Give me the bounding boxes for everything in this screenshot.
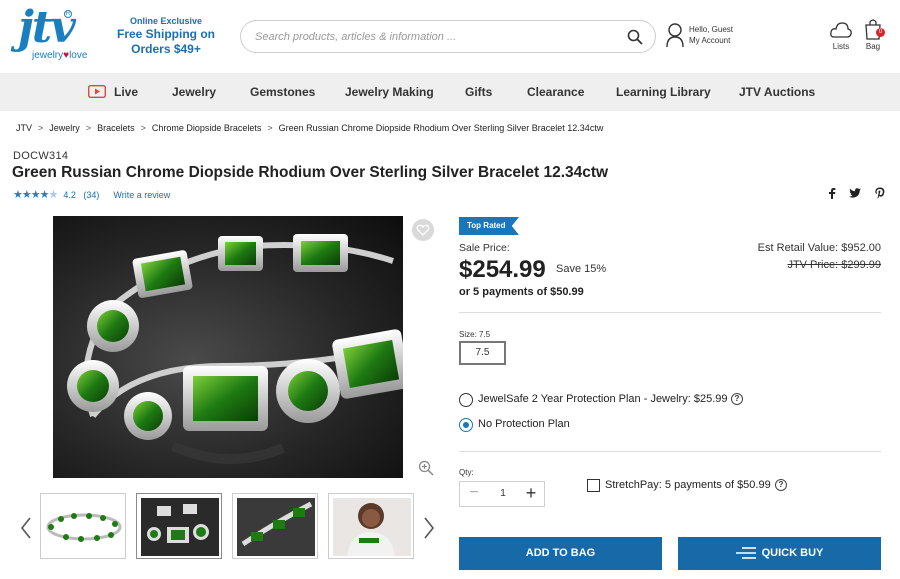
thumbnail-image (333, 498, 411, 556)
no-protection-radio[interactable] (459, 418, 473, 432)
sale-price: $254.99 (459, 256, 546, 283)
product-main-image[interactable] (53, 216, 403, 478)
heart-icon (416, 224, 430, 236)
logo-tagline: jewelry♥love (32, 50, 87, 61)
lists-button[interactable]: Lists (826, 20, 856, 54)
logo-tagline-love: love (69, 50, 88, 61)
nav-live[interactable]: Live (114, 85, 138, 99)
breadcrumb-current: Green Russian Chrome Diopside Rhodium Ov… (278, 123, 604, 133)
nav-gemstones[interactable]: Gemstones (250, 85, 315, 99)
size-option-7-5[interactable]: 7.5 (459, 341, 506, 365)
qty-decrement-button[interactable]: − (460, 482, 488, 506)
bracelet-photo (67, 234, 403, 464)
thumbnail-2[interactable] (136, 493, 222, 559)
save-percent: Save 15% (556, 263, 607, 275)
bag-button[interactable]: Bag 0 (858, 18, 888, 54)
nav-jewelry[interactable]: Jewelry (172, 85, 216, 99)
quick-buy-label: QUICK BUY (761, 547, 824, 559)
breadcrumb-separator: > (85, 123, 92, 133)
promo-line-3: Orders $49+ (131, 42, 201, 56)
favorite-button[interactable] (412, 219, 434, 241)
stretchpay-checkbox[interactable] (587, 479, 600, 492)
qty-increment-button[interactable]: + (518, 482, 544, 506)
nav-jewelry-making[interactable]: Jewelry Making (345, 85, 434, 99)
thumbnail-1[interactable] (40, 493, 126, 559)
thumbnail-image (46, 513, 122, 542)
size-label: Size: 7.5 (459, 330, 491, 339)
search-input[interactable] (255, 28, 615, 46)
est-retail-value: Est Retail Value: $952.00 (757, 242, 881, 254)
breadcrumb-separator: > (38, 123, 44, 133)
zoom-icon[interactable] (418, 460, 434, 476)
rating-value: 4.2 (63, 190, 76, 200)
rating-stars-icon[interactable]: ★★★★★ (13, 189, 58, 201)
account-menu[interactable]: Hello, Guest My Account (666, 22, 766, 52)
nav-gifts[interactable]: Gifts (465, 85, 492, 99)
no-protection-label[interactable]: No Protection Plan (478, 418, 570, 430)
breadcrumb-separator: > (140, 123, 146, 133)
cloud-list-icon (830, 22, 852, 38)
promo-line-1: Online Exclusive (129, 16, 203, 26)
breadcrumb-jtv[interactable]: JTV (16, 123, 32, 133)
add-to-bag-button[interactable]: ADD TO BAG (459, 537, 662, 570)
product-rating: ★★★★★ 4.2 (34) Write a review (13, 188, 170, 201)
breadcrumb-bracelets[interactable]: Bracelets (97, 123, 135, 133)
jtv-price: JTV Price: $299.99 (787, 259, 881, 271)
nav-learning-library[interactable]: Learning Library (616, 85, 711, 99)
search-icon[interactable] (627, 29, 643, 45)
quick-buy-lines-icon (735, 547, 756, 559)
write-review-link[interactable]: Write a review (113, 190, 170, 200)
stretchpay-label[interactable]: StretchPay: 5 payments of $50.99 (605, 479, 771, 491)
payment-plan-text: or 5 payments of $50.99 (459, 286, 584, 298)
jewelsafe-label[interactable]: JewelSafe 2 Year Protection Plan - Jewel… (478, 393, 727, 405)
nav-jtv-auctions[interactable]: JTV Auctions (739, 85, 815, 99)
user-icon (666, 23, 684, 48)
breadcrumb-separator: > (267, 123, 273, 133)
help-icon[interactable]: ? (775, 479, 787, 491)
thumbnail-3[interactable] (232, 493, 318, 559)
divider (459, 451, 881, 452)
breadcrumb-chrome-diopside-bracelets[interactable]: Chrome Diopside Bracelets (152, 123, 262, 133)
chevron-left-icon[interactable] (19, 516, 33, 540)
breadcrumb: JTV > Jewelry > Bracelets > Chrome Diopside Br… (16, 123, 603, 133)
divider (459, 312, 881, 313)
qty-value[interactable]: 1 (488, 482, 518, 506)
pinterest-icon[interactable] (874, 187, 886, 199)
qty-label: Qty: (459, 468, 474, 477)
thumbnail-image (237, 498, 315, 556)
live-tv-icon (88, 85, 106, 98)
account-greeting: Hello, Guest (689, 25, 734, 34)
main-nav: Live Jewelry Gemstones Jewelry Making Gi… (0, 73, 900, 111)
quick-buy-button[interactable]: QUICK BUY (678, 537, 881, 570)
breadcrumb-jewelry[interactable]: Jewelry (49, 123, 80, 133)
promo-line-2: Free Shipping on (117, 27, 215, 41)
facebook-icon[interactable] (826, 187, 838, 199)
top-rated-badge: Top Rated (459, 217, 519, 235)
registered-mark: R (64, 10, 72, 18)
jewelsafe-radio[interactable] (459, 393, 473, 407)
review-count[interactable]: (34) (83, 190, 99, 200)
my-account-link[interactable]: My Account (689, 35, 733, 46)
chevron-right-icon[interactable] (422, 516, 436, 540)
quantity-stepper: − 1 + (459, 481, 545, 507)
thumbnail-image (141, 498, 219, 556)
lists-label: Lists (832, 42, 850, 51)
nav-clearance[interactable]: Clearance (527, 85, 584, 99)
product-sku: DOCW314 (13, 150, 69, 162)
product-title: Green Russian Chrome Diopside Rhodium Ov… (12, 164, 609, 181)
logo-tagline-jewelry: jewelry (32, 50, 64, 61)
help-icon[interactable]: ? (731, 393, 743, 405)
bag-label: Bag (865, 42, 881, 51)
search-bar (240, 20, 656, 53)
free-shipping-promo[interactable]: Online Exclusive Free Shipping on Orders… (110, 15, 222, 57)
sale-price-label: Sale Price: (459, 242, 510, 254)
bag-count-badge: 0 (876, 28, 885, 37)
twitter-icon[interactable] (849, 187, 861, 199)
thumbnail-4[interactable] (328, 493, 414, 559)
